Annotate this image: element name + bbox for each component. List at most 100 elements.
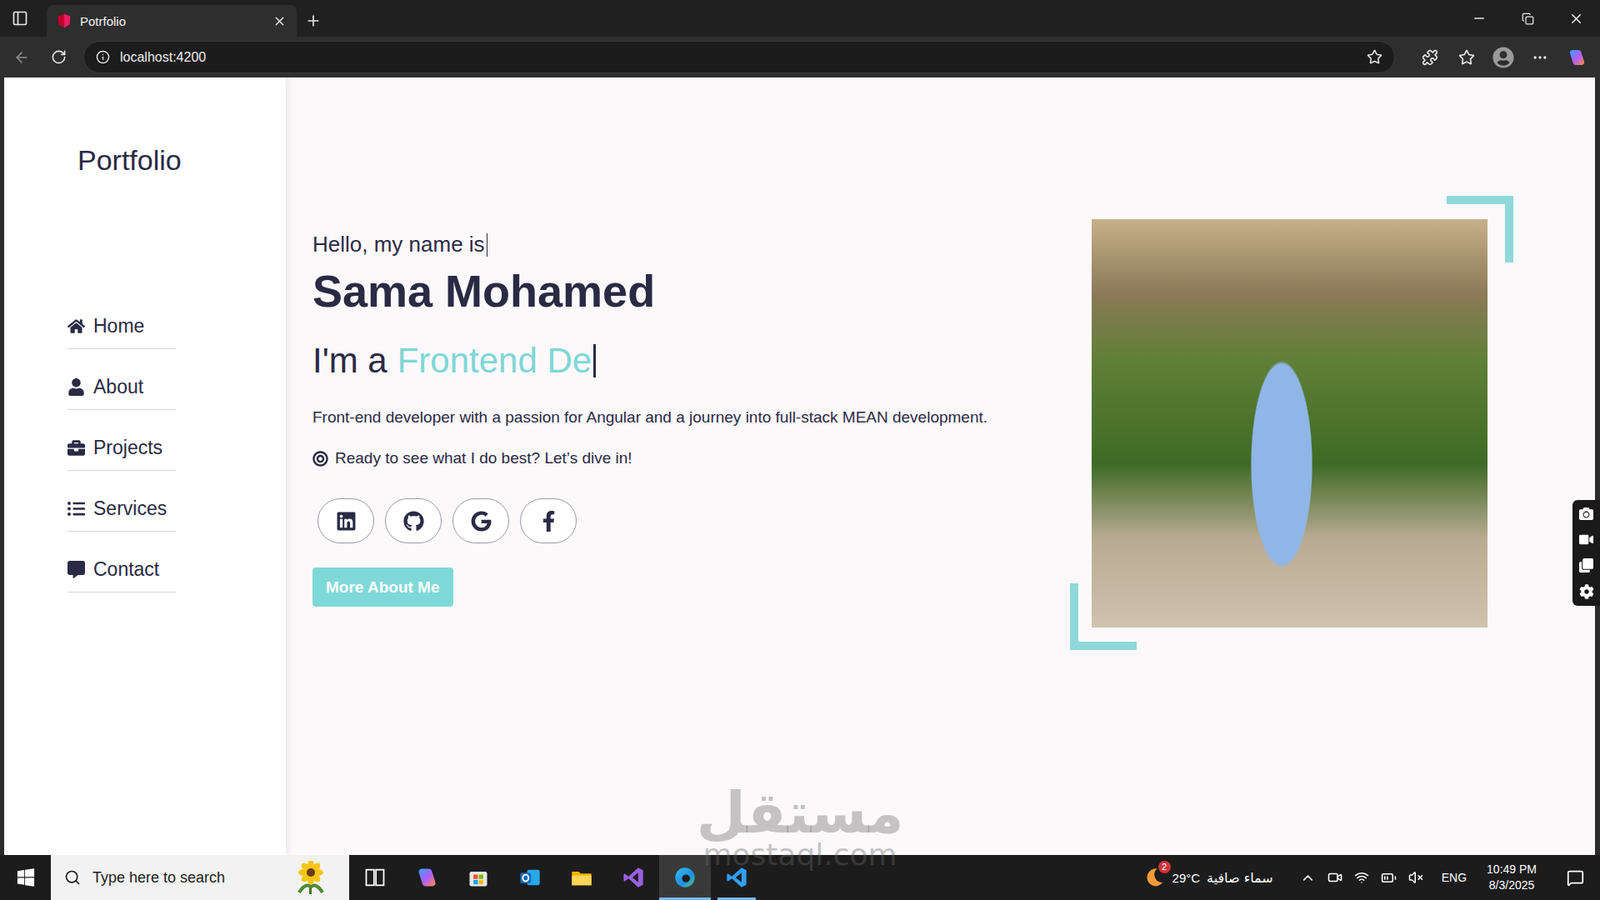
services-icon xyxy=(67,500,85,518)
typing-cursor xyxy=(593,344,596,378)
browser-toolbar: localhost:4200 xyxy=(0,36,1600,78)
volume-muted-icon[interactable] xyxy=(1408,870,1424,885)
sidebar: Portfolio Home About Projects Services Contac… xyxy=(4,77,286,855)
favorites-icon xyxy=(1458,49,1475,66)
more-icon xyxy=(1531,49,1549,66)
favorite-star-icon[interactable] xyxy=(1366,49,1383,65)
minimize-button[interactable] xyxy=(1455,0,1504,37)
taskbar-app[interactable] xyxy=(504,855,556,900)
copilot-app-icon xyxy=(415,865,439,890)
google-icon xyxy=(470,510,492,532)
restore-button[interactable] xyxy=(1503,0,1552,37)
minimize-icon xyxy=(1471,10,1487,26)
close-icon[interactable] xyxy=(272,14,287,29)
taskbar-app[interactable] xyxy=(555,855,608,900)
address-text: localhost:4200 xyxy=(120,50,1357,65)
sidebar-item[interactable]: Services xyxy=(67,485,176,532)
hero-name: Sama Mohamed xyxy=(312,264,655,318)
visual-studio-icon xyxy=(621,865,645,890)
taskbar-app[interactable] xyxy=(659,855,711,900)
new-tab-button[interactable] xyxy=(296,5,330,37)
taskbar-app[interactable] xyxy=(710,855,763,900)
social-button[interactable] xyxy=(317,498,375,544)
photo-frame xyxy=(1070,195,1514,650)
home-icon xyxy=(67,317,85,335)
close-window-icon xyxy=(1568,10,1585,27)
social-button[interactable] xyxy=(452,498,510,544)
menu-button[interactable] xyxy=(1523,41,1557,74)
more-about-button[interactable]: More About Me xyxy=(312,567,454,607)
nav-list: Home About Projects Services Contact xyxy=(67,302,286,607)
logo[interactable]: Portfolio xyxy=(67,142,286,178)
tab-title: Potrfolio xyxy=(80,14,265,29)
taskbar: Type here to search 229°Cسماء صافية ENG 10:… xyxy=(0,855,1600,900)
extensions-button[interactable] xyxy=(1413,41,1447,74)
camera-icon[interactable] xyxy=(1327,870,1343,885)
system-tray: 229°Cسماء صافية ENG 10:49 PM8/3/2025 xyxy=(1142,855,1600,900)
sidebar-item[interactable]: About xyxy=(67,363,176,410)
sidebar-item[interactable]: Contact xyxy=(67,545,176,593)
profile-icon xyxy=(1492,46,1515,69)
notification-icon xyxy=(1566,869,1585,887)
text-cursor xyxy=(486,233,488,257)
chevron-up-icon[interactable] xyxy=(1300,870,1316,886)
profile-photo xyxy=(1091,219,1488,628)
sidebar-item[interactable]: Projects xyxy=(67,424,176,471)
social-links xyxy=(317,498,577,544)
social-button[interactable] xyxy=(385,498,442,544)
tab-strip: Potrfolio xyxy=(0,0,1600,37)
close-window-button[interactable] xyxy=(1551,0,1600,37)
restore-icon xyxy=(1521,12,1535,25)
back-arrow-icon xyxy=(13,49,30,66)
profile-button[interactable] xyxy=(1486,41,1520,74)
windows-icon[interactable] xyxy=(1579,558,1594,573)
projects-icon xyxy=(67,439,85,457)
linkedin-icon xyxy=(335,510,357,532)
sunflower-icon xyxy=(282,860,341,895)
portfolio-page: Portfolio Home About Projects Services Contac… xyxy=(4,77,1595,855)
weather-widget[interactable]: 229°Cسماء صافية xyxy=(1142,865,1274,890)
hero-role: I'm aFrontend De xyxy=(312,340,596,382)
about-icon xyxy=(67,378,85,396)
notifications-button[interactable] xyxy=(1556,869,1594,887)
back-button[interactable] xyxy=(5,41,39,74)
address-bar[interactable]: localhost:4200 xyxy=(83,40,1395,74)
battery-icon[interactable] xyxy=(1380,870,1397,886)
edge-icon xyxy=(673,865,697,890)
taskbar-app[interactable] xyxy=(607,855,660,900)
sidebar-toggle[interactable] xyxy=(0,0,40,37)
copilot-toolbar-icon xyxy=(1566,47,1587,68)
start-button[interactable] xyxy=(0,855,51,900)
cta-line: Ready to see what I do best? Let’s dive … xyxy=(312,446,633,470)
gear-icon[interactable] xyxy=(1579,584,1595,600)
hero-section: Hello, my name is Sama Mohamed I'm aFronte… xyxy=(285,77,1595,855)
capture-toolbar xyxy=(1572,500,1600,606)
weather-condition: سماء صافية xyxy=(1206,870,1274,886)
weather-badge: 2 xyxy=(1158,860,1171,874)
store-icon xyxy=(466,865,490,890)
hero-description: Front-end developer with a passion for A… xyxy=(312,405,988,430)
facebook-icon xyxy=(538,510,560,532)
taskbar-app[interactable] xyxy=(452,855,505,900)
video-icon[interactable] xyxy=(1579,532,1594,547)
plus-icon xyxy=(305,12,322,30)
favorites-button[interactable] xyxy=(1450,41,1484,74)
social-button[interactable] xyxy=(520,498,577,544)
puzzle-icon xyxy=(1421,49,1439,66)
camera-icon[interactable] xyxy=(1579,506,1594,521)
panel-icon xyxy=(11,10,29,27)
taskbar-app[interactable] xyxy=(400,855,453,900)
wifi-icon[interactable] xyxy=(1354,870,1370,885)
copilot-button[interactable] xyxy=(1560,41,1594,74)
watermark: مستقلmostaql.com xyxy=(696,783,905,872)
greeting: Hello, my name is xyxy=(312,231,488,258)
taskbar-search[interactable]: Type here to search xyxy=(50,855,350,900)
sidebar-item[interactable]: Home xyxy=(67,302,176,350)
reload-button[interactable] xyxy=(41,41,75,74)
taskbar-app[interactable] xyxy=(349,855,401,900)
clock[interactable]: 10:49 PM8/3/2025 xyxy=(1486,861,1537,894)
browser-tab[interactable]: Potrfolio xyxy=(46,5,297,37)
language-indicator[interactable]: ENG xyxy=(1441,870,1467,885)
target-icon xyxy=(312,450,329,467)
desktop-screen: Potrfolio localhost:4200 Portfolio Home Abou… xyxy=(0,0,1600,900)
